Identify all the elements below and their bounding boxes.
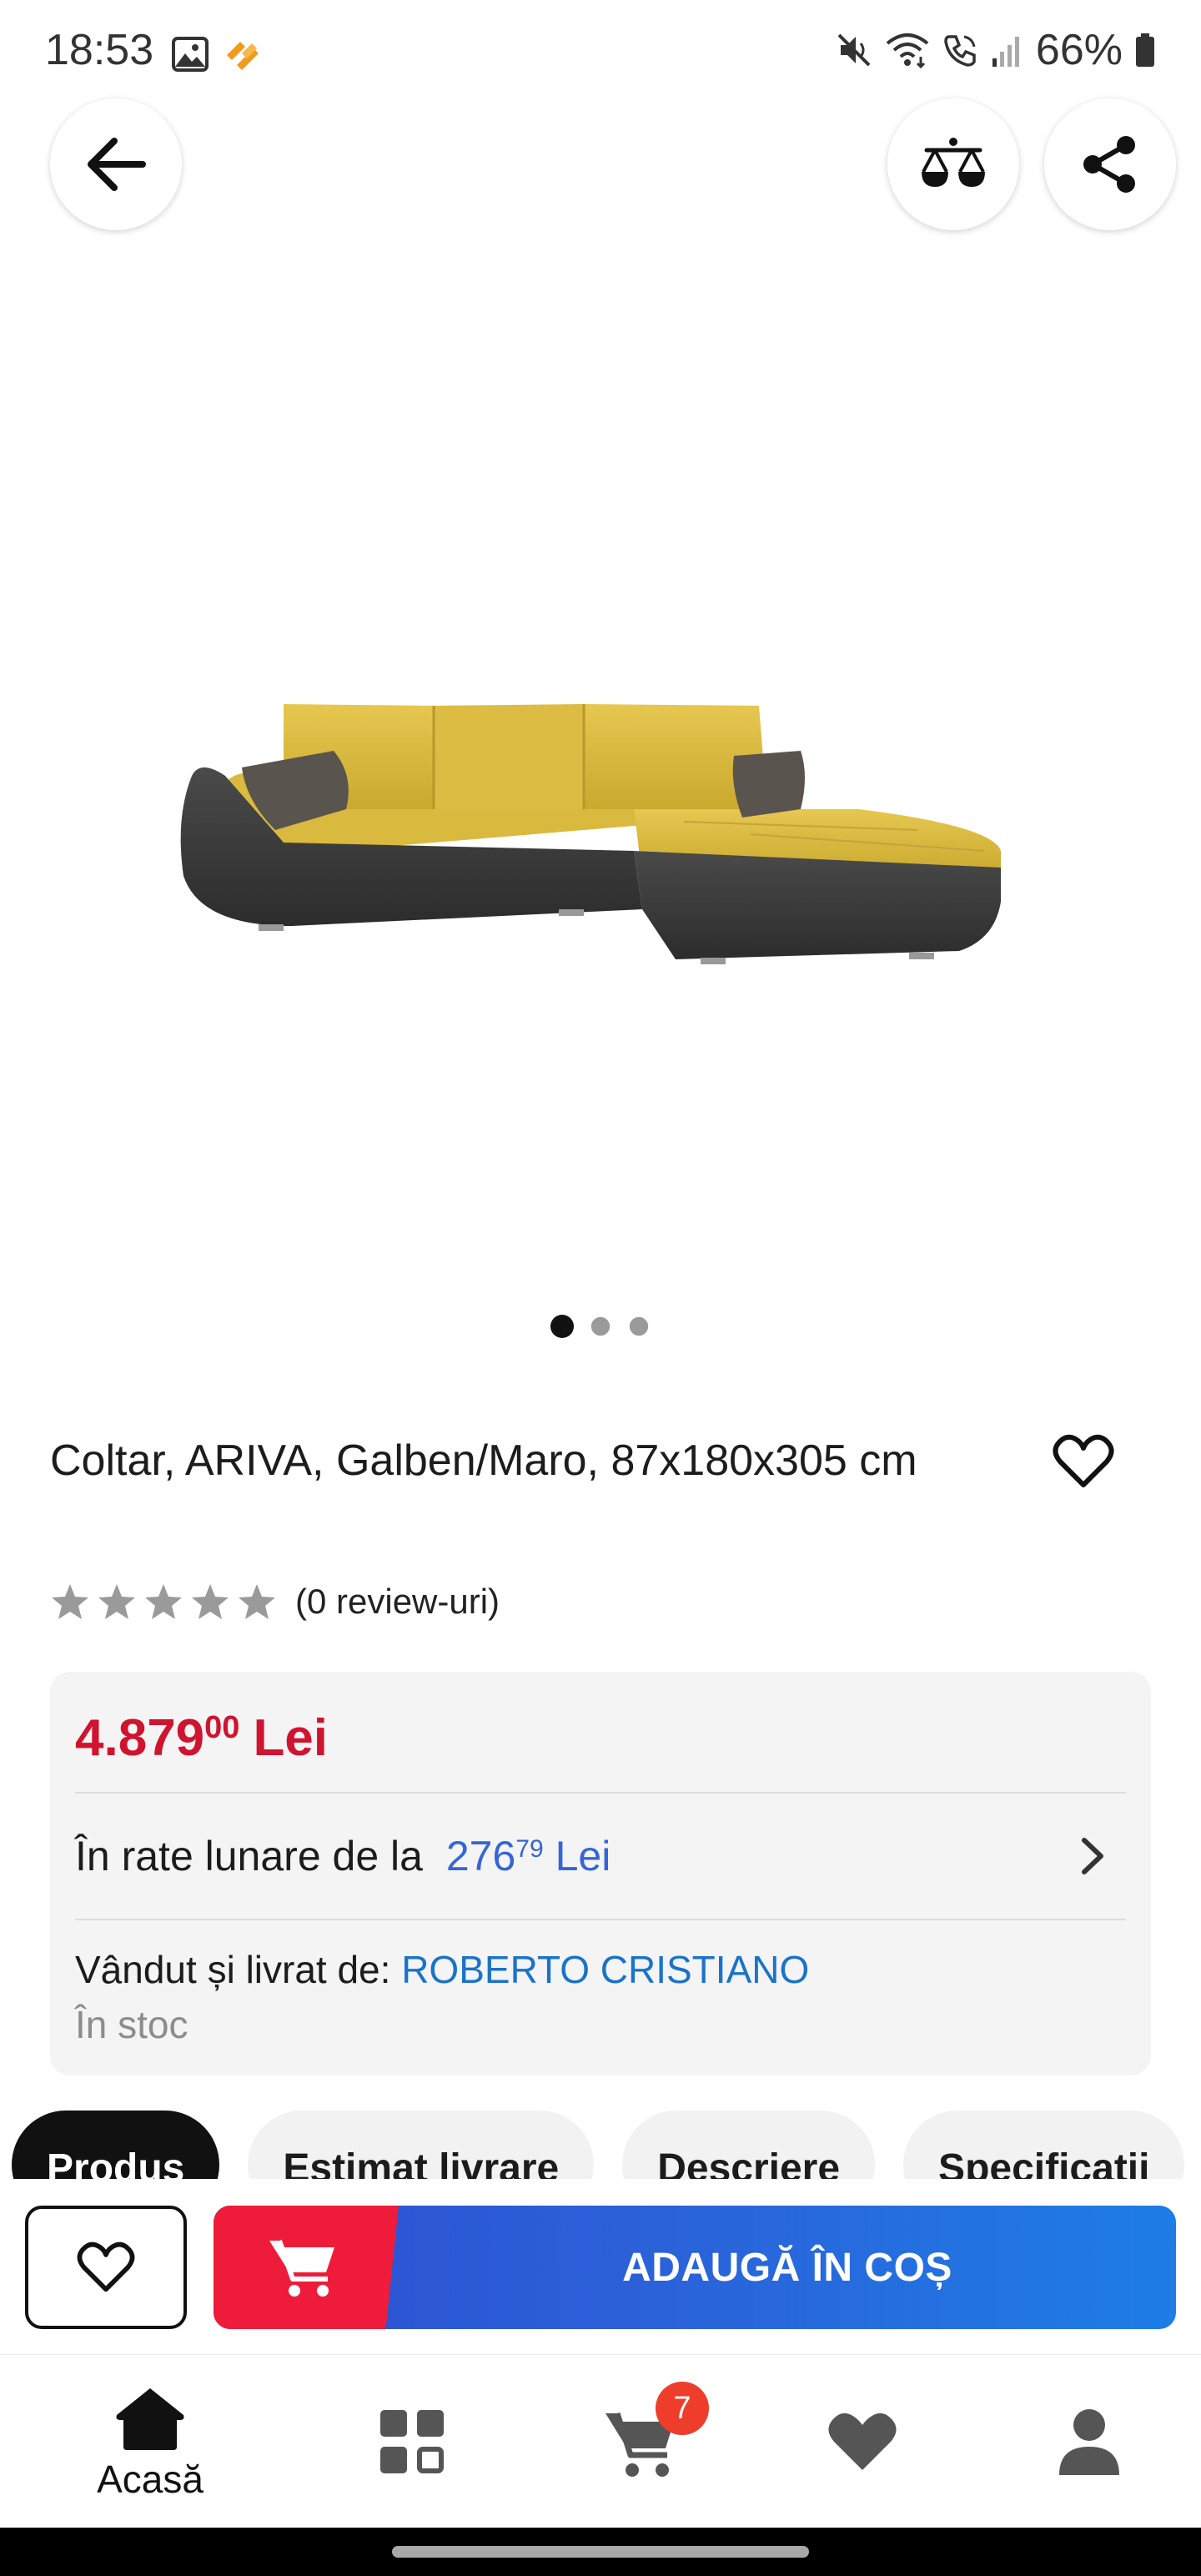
installments-integer: 276 — [445, 1833, 516, 1879]
nav-home-label: Acasă — [97, 2458, 204, 2501]
wifi-icon — [886, 33, 929, 68]
favorite-toggle-button[interactable] — [1048, 1428, 1119, 1495]
cart-count-badge: 7 — [656, 2382, 709, 2435]
price-currency: Lei — [253, 1709, 329, 1767]
app-notification-icon — [227, 42, 259, 70]
battery-percent: 66% — [1035, 26, 1123, 74]
price-cents: 00 — [204, 1710, 240, 1745]
system-navigation-bar — [0, 2528, 1201, 2576]
nav-categories[interactable] — [329, 2355, 495, 2528]
seller-prefix: Vândut și livrat de: — [75, 1948, 391, 1991]
review-count[interactable]: (0 review-uri) — [295, 1582, 500, 1622]
tabs-list: Produs Estimat livrare Descriere Specificat… — [0, 2111, 1201, 2179]
user-account-icon — [1059, 2409, 1119, 2475]
installments-value: 27679 Lei — [446, 1833, 611, 1879]
installments-cents: 79 — [515, 1835, 544, 1863]
chevron-right-icon — [1082, 1838, 1103, 1874]
star-icon — [52, 1584, 88, 1619]
rating-stars — [50, 1582, 277, 1621]
rating-row[interactable]: (0 review-uri) — [50, 1577, 500, 1627]
seller-link[interactable]: ROBERTO CRISTIANO — [401, 1948, 809, 1991]
carousel-dot[interactable] — [590, 1316, 611, 1336]
status-icons: 66% — [836, 25, 1156, 75]
nav-account[interactable] — [1006, 2355, 1173, 2528]
price: 4.879 00 Lei — [75, 1708, 328, 1768]
share-button[interactable] — [1044, 98, 1176, 230]
cart-icon-section — [214, 2206, 399, 2329]
action-bar: ADAUGĂ ÎN COȘ — [0, 2179, 1201, 2354]
nav-favorites[interactable] — [779, 2355, 946, 2528]
share-icon — [1083, 136, 1135, 193]
cart-icon — [269, 2240, 334, 2297]
nav-cart[interactable]: 7 — [557, 2355, 724, 2528]
status-time: 18:53 — [45, 26, 154, 74]
home-icon — [116, 2388, 184, 2450]
arrow-left-icon — [88, 138, 146, 191]
stock-status: În stoc — [75, 2003, 188, 2046]
signal-icon — [992, 37, 1019, 67]
section-tabs: Produs Estimat livrare Descriere Specificat… — [0, 2111, 1201, 2179]
installments-prefix: În rate lunare de la — [75, 1833, 423, 1879]
star-icon — [98, 1584, 135, 1619]
add-to-favorites-button[interactable] — [25, 2206, 187, 2329]
add-to-cart-label: ADAUGĂ ÎN COȘ — [622, 2245, 952, 2290]
heart-icon — [828, 2412, 897, 2470]
installments-text: În rate lunare de la 27679 Lei — [75, 1832, 611, 1880]
star-icon — [192, 1584, 229, 1619]
price-card: 4.879 00 Lei În rate lunare de la 27679 … — [50, 1672, 1151, 2075]
gallery-notification-icon — [172, 37, 209, 72]
scale-compare-icon — [922, 138, 985, 187]
product-title: Coltar, ARIVA, Galben/Maro, 87x180x305 c… — [50, 1436, 917, 1485]
back-button[interactable] — [50, 98, 182, 230]
bottom-navigation: Acasă 7 — [0, 2354, 1201, 2528]
star-icon — [145, 1584, 182, 1619]
tab-specificatii[interactable]: Specificatii — [903, 2111, 1185, 2179]
tab-produs[interactable]: Produs — [12, 2111, 220, 2179]
heart-outline-icon — [77, 2241, 135, 2292]
status-bar: 18:53 66% — [0, 0, 1201, 108]
divider — [75, 1919, 1126, 1920]
installments-row[interactable]: În rate lunare de la 27679 Lei — [75, 1794, 1126, 1919]
carousel-dot[interactable] — [550, 1315, 574, 1338]
seller-line: Vândut și livrat de: ROBERTO CRISTIANO — [75, 1947, 809, 1992]
price-integer: 4.879 — [75, 1709, 205, 1767]
compare-button[interactable] — [887, 98, 1019, 230]
add-to-cart-button[interactable]: ADAUGĂ ÎN COȘ — [214, 2206, 1176, 2329]
call-icon — [944, 35, 976, 67]
tab-descriere[interactable]: Descriere — [622, 2111, 876, 2179]
mute-icon — [837, 33, 871, 67]
star-icon — [239, 1584, 275, 1619]
carousel-dot[interactable] — [629, 1316, 649, 1336]
carousel-dots[interactable] — [0, 1315, 1201, 1338]
nav-home[interactable]: Acasă — [67, 2355, 234, 2528]
heart-outline-icon — [1053, 1434, 1114, 1487]
categories-grid-icon — [380, 2410, 444, 2473]
tab-estimat-livrare[interactable]: Estimat livrare — [248, 2111, 595, 2179]
product-image[interactable] — [167, 684, 1001, 984]
gesture-handle[interactable] — [392, 2546, 809, 2558]
installments-currency: Lei — [555, 1833, 611, 1879]
battery-icon — [1136, 33, 1154, 67]
